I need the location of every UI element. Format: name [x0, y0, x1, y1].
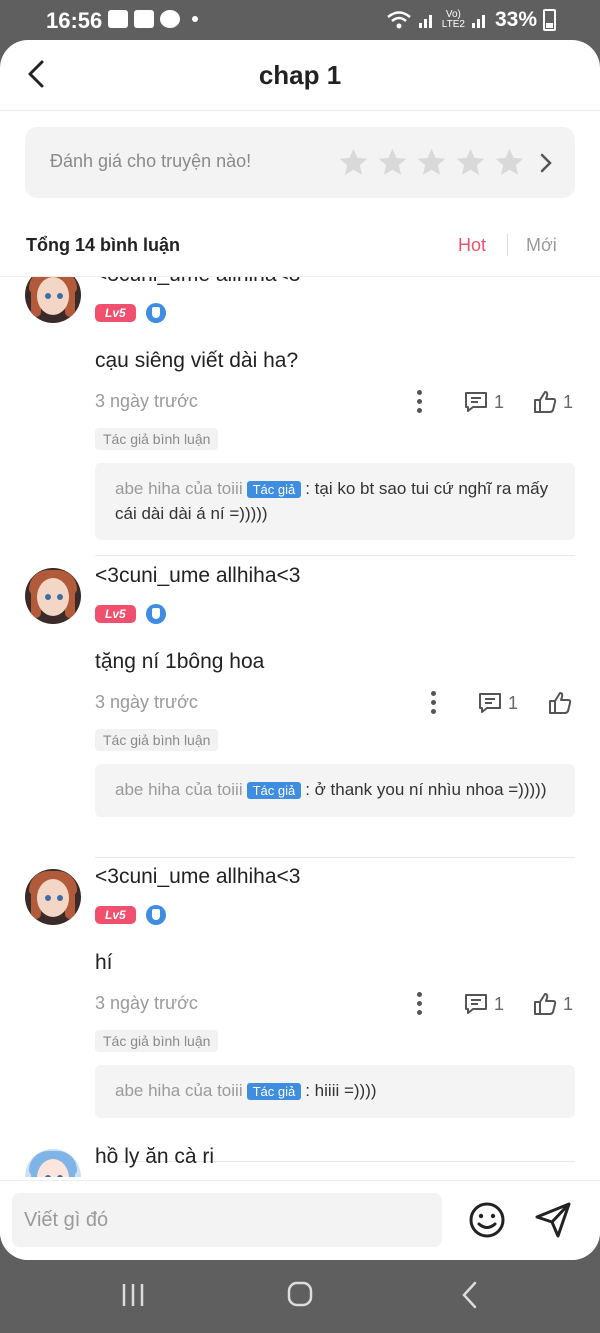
comment-meta: 3 ngày trước 1 1: [95, 991, 575, 1021]
comment-text: hí: [95, 951, 113, 974]
star-icon[interactable]: [337, 146, 370, 179]
comment-meta: 3 ngày trước 1 1: [95, 389, 575, 419]
comment-time: 3 ngày trước: [95, 692, 198, 712]
reply-icon[interactable]: [463, 390, 489, 414]
rating-prompt: Đánh giá cho truyện nào!: [50, 151, 252, 171]
reply-count: 1: [508, 693, 519, 713]
comments-header: Tổng 14 bình luận Hot Mới: [0, 220, 600, 277]
shield-badge-icon: [145, 303, 166, 323]
battery-percent: 33%: [494, 8, 537, 31]
shield-badge-icon: [145, 905, 166, 925]
author-tag: Tác giả: [246, 481, 302, 498]
level-badge: Lv5: [95, 906, 136, 924]
signal-icon: [418, 15, 432, 28]
username[interactable]: <3cuni_ume allhiha<3: [95, 277, 301, 287]
level-badge: Lv5: [95, 605, 136, 623]
notification-icons: [108, 10, 198, 28]
page-title: chap 1: [258, 60, 342, 90]
username[interactable]: <3cuni_ume allhiha<3: [95, 564, 301, 588]
sort-divider: [507, 234, 508, 256]
author-reply[interactable]: abe hiha của toiii Tác giả: ở thank you n…: [95, 764, 575, 817]
system-icons: Vo) LTE2 33%: [386, 8, 556, 32]
reply-count: 1: [494, 392, 505, 412]
battery-icon: [543, 9, 556, 31]
comment-text: tặng ní 1bông hoa: [95, 650, 265, 673]
gallery-icon: [134, 10, 154, 28]
emoji-icon[interactable]: [467, 1200, 507, 1240]
recent-apps-icon[interactable]: [120, 1282, 146, 1308]
reply-author-name[interactable]: abe hiha của toiii: [115, 479, 243, 498]
like-icon[interactable]: [547, 690, 573, 716]
header: chap 1: [0, 40, 600, 111]
username[interactable]: <3cuni_ume allhiha<3: [95, 865, 301, 889]
youtube-icon: [108, 10, 128, 28]
divider: [95, 857, 575, 858]
comment-time: 3 ngày trước: [95, 391, 198, 411]
comments-sheet: chap 1 Đánh giá cho truyện nào! Tổng 14 …: [0, 40, 600, 1260]
rating-box[interactable]: Đánh giá cho truyện nào!: [25, 127, 575, 198]
comment-text: cạu siêng viết dài ha?: [95, 349, 299, 372]
reply-icon[interactable]: [463, 992, 489, 1016]
home-icon[interactable]: [286, 1280, 314, 1308]
avatar[interactable]: [25, 568, 81, 624]
avatar[interactable]: [25, 869, 81, 925]
chevron-right-icon[interactable]: [539, 152, 553, 174]
reply-text: : ở thank you ní nhìu nhoa =))))): [305, 780, 547, 799]
user-badges: Lv5: [95, 905, 166, 925]
comment-input-bar: [0, 1180, 600, 1260]
author-tag: Tác giả: [246, 782, 302, 799]
divider: [95, 555, 575, 556]
star-icon[interactable]: [376, 146, 409, 179]
star-icon[interactable]: [493, 146, 526, 179]
level-badge: Lv5: [95, 304, 136, 322]
sort-new-tab[interactable]: Mới: [526, 235, 557, 256]
author-commented-tag: Tác giả bình luận: [95, 729, 219, 751]
comment-count: Tổng 14 bình luận: [26, 235, 180, 255]
shield-badge-icon: [145, 604, 166, 624]
like-icon[interactable]: [532, 389, 558, 415]
author-commented-tag: Tác giả bình luận: [95, 428, 219, 450]
like-count: 1: [563, 392, 574, 412]
author-tag: Tác giả: [246, 1083, 302, 1100]
status-time: 16:56: [46, 8, 103, 33]
reply-count: 1: [494, 994, 505, 1014]
username[interactable]: hồ ly ăn cà ri: [95, 1145, 214, 1169]
more-options-icon[interactable]: [431, 691, 437, 715]
dot-icon: [192, 16, 198, 22]
like-icon[interactable]: [532, 991, 558, 1017]
author-commented-tag: Tác giả bình luận: [95, 1030, 219, 1052]
send-icon[interactable]: [532, 1199, 574, 1241]
wifi-icon: [387, 11, 411, 29]
status-bar: 16:56 Vo) LTE2 33%: [0, 0, 600, 42]
avatar[interactable]: [25, 1149, 81, 1177]
comment-meta: 3 ngày trước 1: [95, 690, 575, 720]
user-badges: Lv5: [95, 604, 166, 624]
sort-hot-tab[interactable]: Hot: [458, 235, 486, 256]
signal-icon-2: [471, 15, 485, 28]
chat-icon: [160, 10, 180, 28]
user-badges: Lv5: [95, 303, 166, 323]
network-label: Vo) LTE2: [442, 10, 465, 30]
author-reply[interactable]: abe hiha của toiii Tác giả: tại ko bt sao…: [95, 463, 575, 540]
comment-list[interactable]: <3cuni_ume allhiha<3 Lv5 cạu siêng viết …: [0, 277, 600, 1177]
avatar[interactable]: [25, 277, 81, 323]
like-count: 1: [563, 994, 574, 1014]
system-nav-bar: [0, 1260, 600, 1333]
star-icon[interactable]: [415, 146, 448, 179]
more-options-icon[interactable]: [417, 992, 423, 1016]
nav-back-icon[interactable]: [460, 1280, 478, 1310]
network-bottom-label: LTE2: [441, 19, 465, 30]
reply-author-name[interactable]: abe hiha của toiii: [115, 1081, 243, 1100]
reply-text: : hiiii =)))): [305, 1081, 377, 1100]
reply-icon[interactable]: [477, 691, 503, 715]
star-icon[interactable]: [454, 146, 487, 179]
more-options-icon[interactable]: [417, 390, 423, 414]
comment-input[interactable]: [12, 1193, 442, 1247]
reply-author-name[interactable]: abe hiha của toiii: [115, 780, 243, 799]
author-reply[interactable]: abe hiha của toiii Tác giả: hiiii =)))): [95, 1065, 575, 1118]
comment-time: 3 ngày trước: [95, 993, 198, 1013]
star-rating[interactable]: [337, 146, 526, 179]
